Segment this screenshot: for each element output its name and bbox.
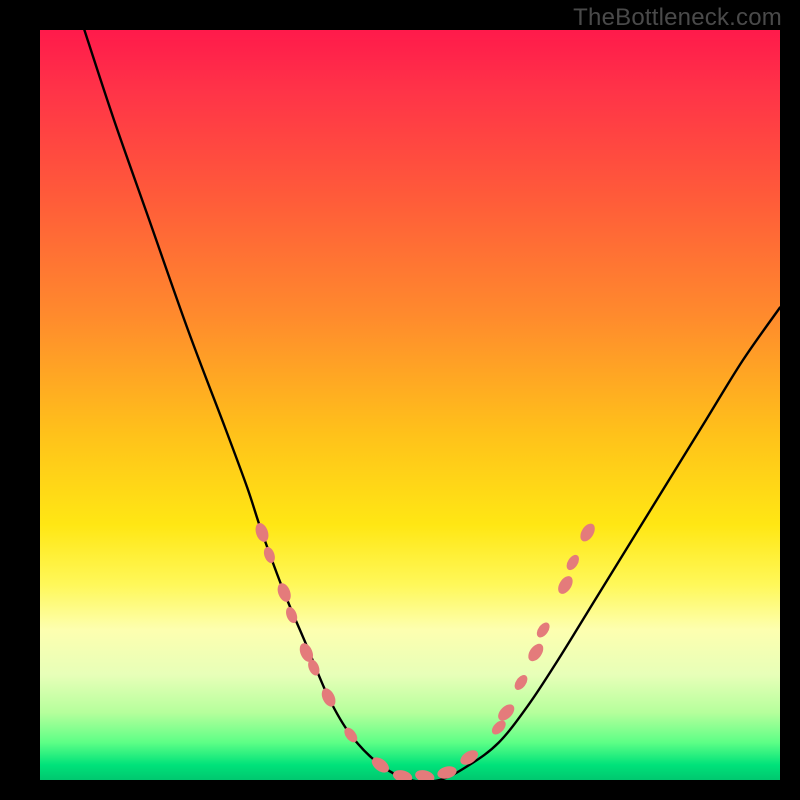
marker-point (392, 768, 414, 780)
marker-point (319, 686, 338, 709)
marker-point (253, 521, 271, 543)
marker-point (436, 764, 458, 780)
marker-point (534, 620, 552, 639)
marker-point (275, 581, 293, 604)
chart-frame: TheBottleneck.com (0, 0, 800, 800)
sample-points (253, 521, 598, 780)
marker-point (512, 673, 530, 692)
plot-area (40, 30, 780, 780)
watermark-text: TheBottleneck.com (573, 4, 782, 32)
marker-point (555, 574, 575, 597)
marker-point (525, 641, 546, 664)
marker-point (414, 768, 436, 780)
marker-point (262, 545, 277, 564)
bottleneck-curve (84, 30, 780, 780)
chart-svg (40, 30, 780, 780)
marker-point (577, 521, 597, 544)
marker-point (564, 553, 581, 573)
marker-point (495, 701, 517, 723)
